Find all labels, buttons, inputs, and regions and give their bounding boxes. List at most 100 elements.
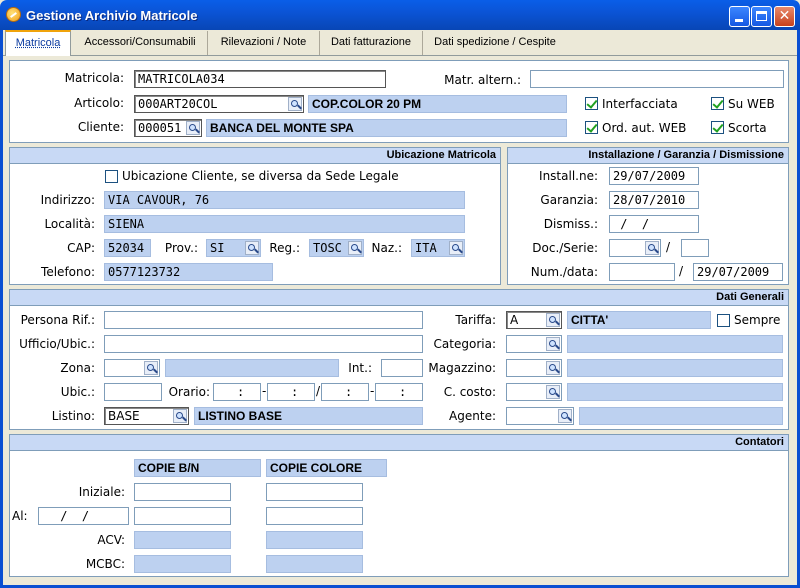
naz-value: ITA	[415, 241, 437, 255]
contatori-title: Contatori	[10, 435, 788, 451]
prov-value: SI	[210, 241, 225, 255]
acv-colore-value	[266, 531, 363, 549]
magazzino-input[interactable]	[506, 359, 562, 377]
zona-field[interactable]	[104, 359, 160, 377]
scorta-checkbox[interactable]	[711, 121, 724, 134]
doc-field[interactable]	[609, 239, 661, 257]
listino-code-input[interactable]: BASE	[104, 407, 189, 425]
ord-aut-web-label: Ord. aut. WEB	[602, 121, 687, 135]
acv-label: ACV:	[97, 533, 125, 547]
ufficio-label: Ufficio/Ubic.:	[19, 337, 95, 351]
serie-input[interactable]	[681, 239, 709, 257]
matricola-input[interactable]: MATRICOLA034	[134, 70, 386, 88]
articolo-label: Articolo:	[74, 96, 124, 110]
lookup-search-icon[interactable]	[245, 241, 259, 255]
cliente-label: Cliente:	[77, 120, 124, 134]
interfacciata-checkbox[interactable]	[585, 97, 598, 110]
lookup-search-icon[interactable]	[144, 361, 158, 375]
orario-3-input[interactable]: :	[321, 383, 369, 401]
tariffa-code-input[interactable]: A	[506, 311, 562, 329]
tab-accessori[interactable]: Accessori/Consumabili	[73, 31, 208, 55]
tab-dati-spedizione[interactable]: Dati spedizione / Cespite	[423, 31, 567, 55]
articolo-code-input[interactable]: 000ART20COL	[134, 95, 304, 113]
iniziale-colore-input[interactable]	[266, 483, 363, 501]
window-frame-left	[0, 30, 3, 588]
doc-serie-separator: /	[666, 240, 671, 254]
lookup-search-icon[interactable]	[348, 241, 362, 255]
agente-input[interactable]	[506, 407, 574, 425]
magazzino-label: Magazzino:	[428, 361, 496, 375]
orario-4-input[interactable]: :	[375, 383, 423, 401]
magazzino-description	[567, 359, 783, 377]
maximize-icon	[756, 11, 767, 21]
listino-description: LISTINO BASE	[194, 407, 423, 425]
iniziale-label: Iniziale:	[78, 485, 125, 499]
close-icon: ✕	[778, 8, 791, 24]
al-date-input[interactable]: / /	[38, 507, 129, 525]
c-costo-label: C. costo:	[443, 385, 496, 399]
al-colore-input[interactable]	[266, 507, 363, 525]
close-button[interactable]: ✕	[774, 6, 795, 27]
int-input[interactable]	[381, 359, 423, 377]
install-label: Install.ne:	[539, 169, 598, 183]
telefono-value: 0577123732	[104, 263, 273, 281]
interfacciata-label: Interfacciata	[602, 97, 678, 111]
install-date-input[interactable]: 29/07/2009	[609, 167, 699, 185]
localita-label: Località:	[44, 217, 95, 231]
ord-aut-web-checkbox[interactable]	[585, 121, 598, 134]
tab-dati-fatturazione[interactable]: Dati fatturazione	[320, 31, 423, 55]
matricola-label: Matricola:	[64, 71, 124, 85]
tariffa-label: Tariffa:	[455, 313, 496, 327]
localita-value: SIENA	[104, 215, 465, 233]
c-costo-input[interactable]	[506, 383, 562, 401]
lookup-search-icon[interactable]	[546, 313, 560, 327]
reg-field[interactable]: TOSC	[309, 239, 364, 257]
lookup-search-icon[interactable]	[546, 337, 560, 351]
maximize-button[interactable]	[751, 6, 772, 27]
tab-matricola[interactable]: Matricola	[5, 30, 71, 56]
doc-serie-label: Doc./Serie:	[532, 241, 598, 255]
lookup-search-icon[interactable]	[449, 241, 463, 255]
acv-bn-value	[134, 531, 231, 549]
naz-label: Naz.:	[371, 241, 403, 255]
iniziale-bn-input[interactable]	[134, 483, 231, 501]
categoria-input[interactable]	[506, 335, 562, 353]
orario-2-input[interactable]: :	[267, 383, 315, 401]
lookup-search-icon[interactable]	[186, 121, 200, 135]
minimize-button[interactable]	[729, 6, 750, 27]
lookup-search-icon[interactable]	[546, 385, 560, 399]
prov-field[interactable]: SI	[206, 239, 261, 257]
persona-rif-input[interactable]	[104, 311, 423, 329]
dismiss-date-input[interactable]: / /	[609, 215, 699, 233]
app-icon[interactable]	[6, 7, 21, 22]
window-title: Gestione Archivio Matricole	[26, 8, 198, 23]
lookup-search-icon[interactable]	[173, 409, 187, 423]
tab-rilevazioni[interactable]: Rilevazioni / Note	[208, 31, 320, 55]
categoria-label: Categoria:	[433, 337, 496, 351]
lookup-search-icon[interactable]	[288, 97, 302, 111]
lookup-search-icon[interactable]	[558, 409, 572, 423]
ubic-input[interactable]	[104, 383, 162, 401]
sempre-checkbox[interactable]	[717, 314, 730, 327]
lookup-search-icon[interactable]	[546, 361, 560, 375]
mcbc-colore-value	[266, 555, 363, 573]
ubicazione-title: Ubicazione Matricola	[10, 148, 500, 164]
orario-1-input[interactable]: :	[213, 383, 261, 401]
c-costo-description	[567, 383, 783, 401]
su-web-checkbox[interactable]	[711, 97, 724, 110]
num-input[interactable]	[609, 263, 675, 281]
ubicazione-cliente-label: Ubicazione Cliente, se diversa da Sede L…	[122, 169, 399, 183]
minimize-icon	[735, 19, 743, 22]
data-input[interactable]: 29/07/2009	[693, 263, 783, 281]
matr-altern-input[interactable]	[530, 70, 784, 88]
cliente-code-input[interactable]: 000051	[134, 119, 202, 137]
ubicazione-cliente-checkbox[interactable]	[105, 170, 118, 183]
garanzia-date-input[interactable]: 28/07/2010	[609, 191, 699, 209]
ufficio-input[interactable]	[104, 335, 423, 353]
al-bn-input[interactable]	[134, 507, 231, 525]
naz-field[interactable]: ITA	[411, 239, 465, 257]
num-data-label: Num./data:	[530, 265, 598, 279]
lookup-search-icon[interactable]	[645, 241, 659, 255]
categoria-description	[567, 335, 783, 353]
ubic-label: Ubic.:	[60, 385, 95, 399]
